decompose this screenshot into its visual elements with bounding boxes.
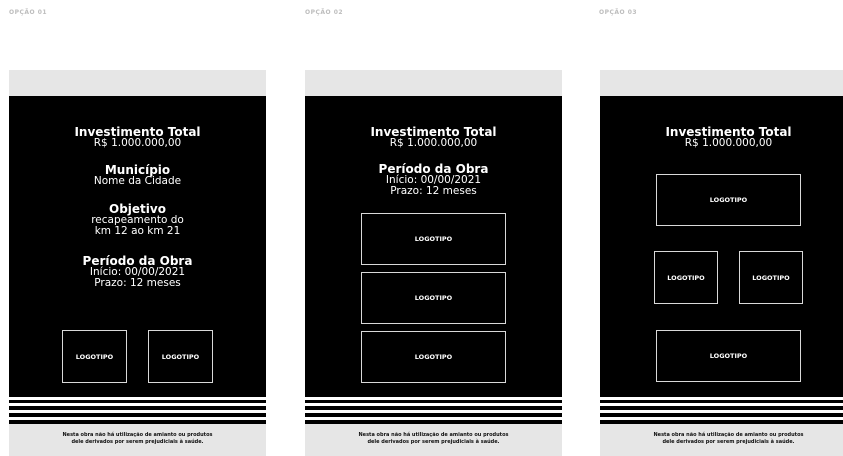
logo-placeholder-2: LOGOTIPO: [148, 330, 213, 383]
black-area: Investimento Total R$ 1.000.000,00 LOGOT…: [600, 96, 843, 424]
footer-text: Nesta obra não há utilização de amianto …: [600, 432, 843, 446]
footer-line-1: Nesta obra não há utilização de amianto …: [62, 432, 213, 438]
black-area: Investimento Total R$ 1.000.000,00 Munic…: [9, 96, 266, 424]
investimento-block: Investimento Total R$ 1.000.000,00: [305, 126, 562, 149]
investimento-block: Investimento Total R$ 1.000.000,00: [600, 126, 843, 149]
municipio-value: Nome da Cidade: [93, 175, 182, 187]
objetivo-block: Objetivo recapeamento do km 12 ao km 21: [9, 203, 266, 236]
top-bar: [9, 70, 266, 96]
option-label-3: OPÇÃO 03: [599, 9, 638, 16]
black-area: Investimento Total R$ 1.000.000,00 Perío…: [305, 96, 562, 424]
logo-placeholder-2: LOGOTIPO: [361, 272, 506, 324]
footer: Nesta obra não há utilização de amianto …: [600, 424, 843, 456]
stripe: [305, 417, 562, 420]
footer-line-2: dele derivados por serem prejudiciais à …: [662, 439, 795, 445]
stripe: [9, 403, 266, 406]
panel-option-1: Investimento Total R$ 1.000.000,00 Munic…: [9, 70, 266, 456]
periodo-block: Período da Obra Início: 00/00/2021 Prazo…: [305, 163, 562, 196]
stripe: [9, 417, 266, 420]
stripe: [9, 410, 266, 413]
objetivo-line-2: km 12 ao km 21: [94, 224, 181, 237]
option-label-1: OPÇÃO 01: [9, 9, 48, 16]
stripe: [600, 410, 843, 413]
panel-option-3: Investimento Total R$ 1.000.000,00 LOGOT…: [600, 70, 843, 456]
logo-placeholder-4: LOGOTIPO: [656, 330, 801, 382]
inicio-text: Início: 00/00/2021: [385, 174, 482, 186]
stripe: [305, 410, 562, 413]
logo-placeholder-1: LOGOTIPO: [656, 174, 801, 226]
footer-line-1: Nesta obra não há utilização de amianto …: [358, 432, 509, 438]
logo-placeholder-1: LOGOTIPO: [62, 330, 127, 383]
panel-option-2: Investimento Total R$ 1.000.000,00 Perío…: [305, 70, 562, 456]
investimento-block: Investimento Total R$ 1.000.000,00: [9, 126, 266, 149]
top-bar: [600, 70, 843, 96]
stripe: [600, 417, 843, 420]
stripe: [305, 397, 562, 400]
municipio-block: Município Nome da Cidade: [9, 164, 266, 187]
objetivo-line-1: recapeamento do: [91, 214, 184, 226]
investimento-value: R$ 1.000.000,00: [684, 137, 773, 149]
stripe: [600, 403, 843, 406]
option-label-2: OPÇÃO 02: [305, 9, 344, 16]
footer-line-2: dele derivados por serem prejudiciais à …: [367, 439, 500, 445]
investimento-value: R$ 1.000.000,00: [93, 137, 182, 149]
stripe: [600, 397, 843, 400]
logo-placeholder-3: LOGOTIPO: [739, 251, 803, 304]
footer: Nesta obra não há utilização de amianto …: [9, 424, 266, 456]
prazo-text: Prazo: 12 meses: [390, 184, 477, 197]
top-bar: [305, 70, 562, 96]
logo-placeholder-3: LOGOTIPO: [361, 331, 506, 383]
inicio-text: Início: 00/00/2021: [89, 266, 186, 278]
footer: Nesta obra não há utilização de amianto …: [305, 424, 562, 456]
prazo-text: Prazo: 12 meses: [94, 276, 181, 289]
footer-line-2: dele derivados por serem prejudiciais à …: [71, 439, 204, 445]
footer-text: Nesta obra não há utilização de amianto …: [305, 432, 562, 446]
logo-placeholder-1: LOGOTIPO: [361, 213, 506, 265]
footer-text: Nesta obra não há utilização de amianto …: [9, 432, 266, 446]
stripe: [9, 397, 266, 400]
investimento-value: R$ 1.000.000,00: [389, 137, 478, 149]
footer-line-1: Nesta obra não há utilização de amianto …: [653, 432, 804, 438]
stripe: [305, 403, 562, 406]
logo-placeholder-2: LOGOTIPO: [654, 251, 718, 304]
periodo-block: Período da Obra Início: 00/00/2021 Prazo…: [9, 255, 266, 288]
